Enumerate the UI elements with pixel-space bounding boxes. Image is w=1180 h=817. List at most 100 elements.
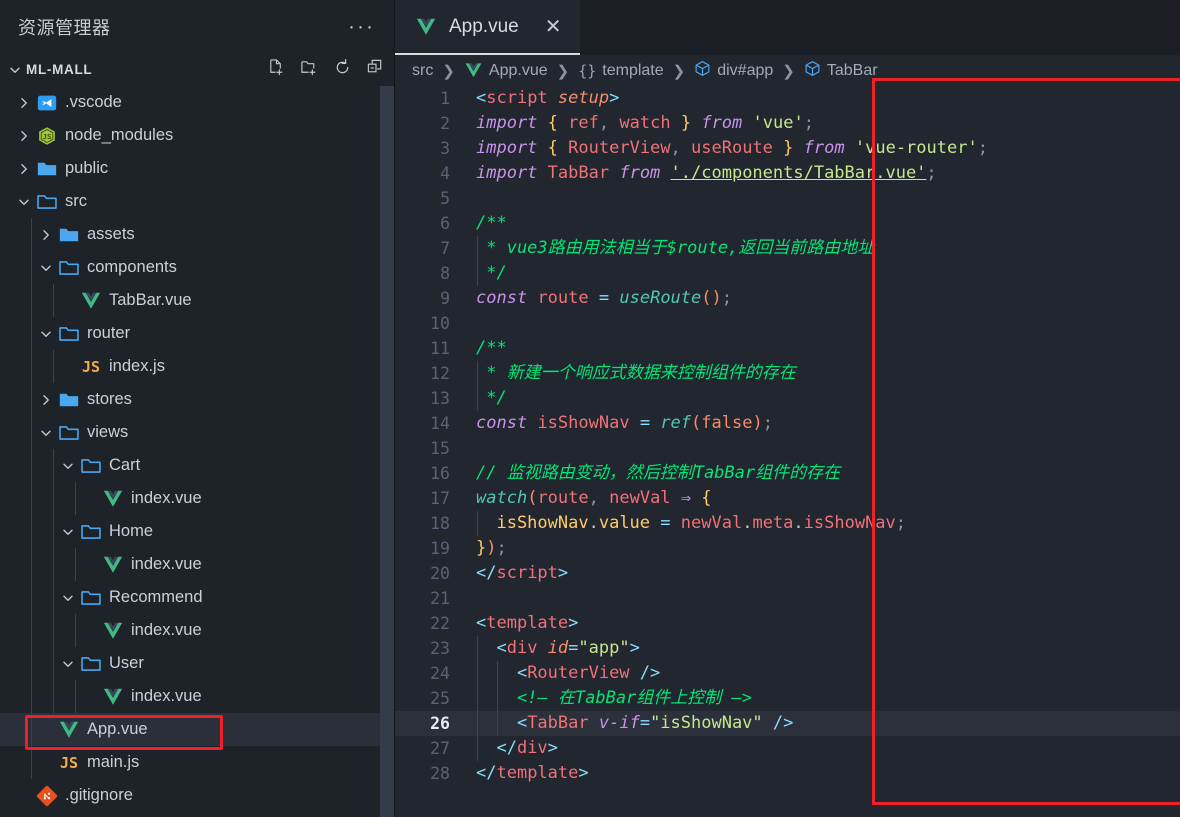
code-line[interactable]: 1 <script setup>: [395, 86, 1180, 111]
tree-item-index-vue[interactable]: index.vue: [0, 614, 395, 647]
code-line[interactable]: 21: [395, 586, 1180, 611]
tree-item-main-js[interactable]: JS main.js: [0, 746, 395, 779]
project-root-row[interactable]: ML-MALL: [0, 53, 395, 86]
tree-item-home[interactable]: Home: [0, 515, 395, 548]
new-folder-icon[interactable]: [300, 58, 319, 82]
tree-item-label: .vscode: [65, 93, 122, 111]
chevron-down-icon[interactable]: [6, 61, 24, 79]
chevron-down-icon[interactable]: [36, 426, 56, 440]
code-line[interactable]: 13 */: [395, 386, 1180, 411]
chevron-down-icon[interactable]: [14, 195, 34, 209]
code-token: =: [598, 288, 610, 308]
tree-item-index-vue[interactable]: index.vue: [0, 482, 395, 515]
tree-item-router[interactable]: router: [0, 317, 395, 350]
code-line[interactable]: 4 import TabBar from './components/TabBar…: [395, 161, 1180, 186]
code-line[interactable]: 23 <div id="app">: [395, 636, 1180, 661]
tree-item-views[interactable]: views: [0, 416, 395, 449]
code-line[interactable]: 9 const route = useRoute();: [395, 286, 1180, 311]
code-line[interactable]: 28 </template>: [395, 761, 1180, 786]
chevron-right-icon[interactable]: [36, 228, 56, 242]
tree-item-components[interactable]: components: [0, 251, 395, 284]
chevron-right-icon[interactable]: [14, 96, 34, 110]
tree-item--vscode[interactable]: .vscode: [0, 86, 395, 119]
code-token: ): [711, 288, 722, 308]
code-line[interactable]: 6 /**: [395, 211, 1180, 236]
braces-icon: {}: [578, 61, 597, 80]
tree-item-app-vue[interactable]: App.vue: [0, 713, 395, 746]
collapse-all-icon[interactable]: [366, 58, 385, 82]
tree-item-node-modules[interactable]: JS node_modules: [0, 119, 395, 152]
chevron-down-icon[interactable]: [58, 657, 78, 671]
chevron-down-icon[interactable]: [58, 525, 78, 539]
sidebar-scrollbar[interactable]: [380, 86, 394, 817]
code-line[interactable]: 19});: [395, 536, 1180, 561]
code-line[interactable]: 12 * 新建一个响应式数据来控制组件的存在: [395, 361, 1180, 386]
tree-indent-guide: [53, 680, 54, 713]
breadcrumb-item-src[interactable]: src: [412, 62, 433, 80]
chevron-right-icon[interactable]: [14, 129, 34, 143]
tree-item-index-js[interactable]: JS index.js: [0, 350, 395, 383]
tree-indent-guide: [53, 449, 54, 482]
tab-app-vue[interactable]: App.vue ✕: [395, 0, 580, 55]
code-token: ): [486, 538, 497, 558]
code-line[interactable]: 7 * vue3路由用法相当于$route,返回当前路由地址: [395, 236, 1180, 261]
more-actions-icon[interactable]: ···: [346, 16, 377, 37]
code-token: "app": [578, 638, 630, 658]
chevron-down-icon[interactable]: [58, 591, 78, 605]
code-line[interactable]: 16 // 监视路由变动，然后控制TabBar组件的存在: [395, 461, 1180, 486]
file-tree[interactable]: .vscode JS node_modules public src assets…: [0, 86, 395, 817]
code-line[interactable]: 17 watch(route, newVal ⇒ {: [395, 486, 1180, 511]
code-editor[interactable]: 1 <script setup> 2 import { ref, watch } fr…: [395, 86, 1180, 817]
tree-indent: [0, 647, 58, 680]
code-line[interactable]: 10: [395, 311, 1180, 336]
code-line-text: <!— 在TabBar组件上控制 —>: [462, 686, 752, 711]
code-line[interactable]: 24 <RouterView />: [395, 661, 1180, 686]
code-line[interactable]: 5: [395, 186, 1180, 211]
code-line[interactable]: 3 import { RouterView, useRoute } from 'v…: [395, 136, 1180, 161]
code-line[interactable]: 8 */: [395, 261, 1180, 286]
code-token: */: [476, 263, 507, 283]
breadcrumb-separator-icon: ❯: [672, 62, 686, 80]
chevron-right-icon[interactable]: [36, 393, 56, 407]
tree-item-tabbar-vue[interactable]: TabBar.vue: [0, 284, 395, 317]
chevron-down-icon[interactable]: [58, 459, 78, 473]
code-line[interactable]: 26 <TabBar v-if="isShowNav" />: [395, 711, 1180, 736]
code-line-text: // 监视路由变动，然后控制TabBar组件的存在: [462, 461, 840, 486]
code-line[interactable]: 14 const isShowNav = ref(false);: [395, 411, 1180, 436]
breadcrumb-item-div-app[interactable]: div#app: [694, 60, 773, 82]
tree-item-src[interactable]: src: [0, 185, 395, 218]
code-line[interactable]: 18 isShowNav.value = newVal.meta.isShowN…: [395, 511, 1180, 536]
tree-item-cart[interactable]: Cart: [0, 449, 395, 482]
code-line[interactable]: 20 </script>: [395, 561, 1180, 586]
chevron-down-icon[interactable]: [36, 261, 56, 275]
chevron-right-icon[interactable]: [14, 162, 34, 176]
tree-item-public[interactable]: public: [0, 152, 395, 185]
code-indent-guide: [477, 236, 478, 261]
code-line[interactable]: 11 /**: [395, 336, 1180, 361]
refresh-icon[interactable]: [333, 58, 352, 82]
code-line[interactable]: 22 <template>: [395, 611, 1180, 636]
tree-item-index-vue[interactable]: index.vue: [0, 680, 395, 713]
tree-item-assets[interactable]: assets: [0, 218, 395, 251]
tree-item-user[interactable]: User: [0, 647, 395, 680]
tree-item-stores[interactable]: stores: [0, 383, 395, 416]
code-line[interactable]: 25 <!— 在TabBar组件上控制 —>: [395, 686, 1180, 711]
breadcrumb-item-tabbar[interactable]: TabBar: [804, 60, 878, 82]
breadcrumb-item-appvue[interactable]: App.vue: [464, 61, 548, 80]
new-file-icon[interactable]: [267, 58, 286, 82]
code-line[interactable]: 2 import { ref, watch } from 'vue';: [395, 111, 1180, 136]
breadcrumb-item-template[interactable]: {} template: [578, 62, 663, 80]
line-number: 22: [430, 614, 450, 633]
code-line[interactable]: 27 </div>: [395, 736, 1180, 761]
tree-indent-guide: [31, 515, 32, 548]
close-icon[interactable]: ✕: [545, 17, 562, 37]
tree-item-index-vue[interactable]: index.vue: [0, 548, 395, 581]
code-token: (: [527, 488, 538, 508]
tree-item-recommend[interactable]: Recommend: [0, 581, 395, 614]
svg-text:JS: JS: [43, 132, 52, 141]
chevron-down-icon[interactable]: [36, 327, 56, 341]
code-line[interactable]: 15: [395, 436, 1180, 461]
tree-item--gitignore[interactable]: .gitignore: [0, 779, 395, 812]
